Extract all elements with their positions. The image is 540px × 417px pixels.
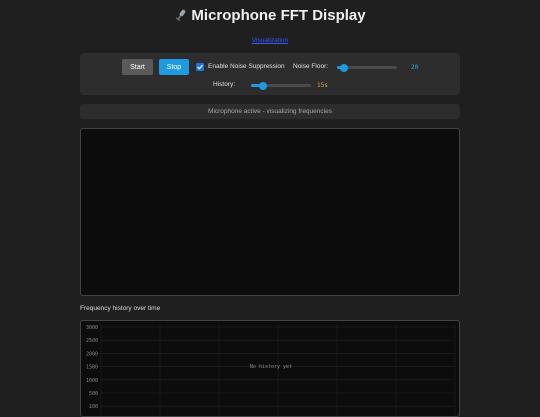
status-bar: Microphone active - visualizing frequenc… — [80, 104, 460, 119]
noise-suppression-label: Enable Noise Suppression — [208, 63, 285, 70]
history-value: 15s — [317, 82, 328, 89]
history-label: History: — [213, 81, 236, 88]
y-tick-label: 2500 — [86, 338, 98, 344]
y-tick-label: 500 — [89, 391, 98, 397]
history-chart: 3000 2500 2000 1500 1000 500 100 No history ye… — [86, 325, 456, 416]
checkmark-icon — [197, 64, 203, 70]
noise-floor-value: 20 — [411, 64, 419, 71]
y-tick-label: 2000 — [86, 351, 98, 357]
y-tick-label: 3000 — [86, 325, 98, 331]
title-text: Microphone FFT Display — [191, 7, 366, 24]
slider-thumb[interactable] — [259, 81, 267, 90]
slider-thumb[interactable] — [340, 63, 349, 72]
noise-floor-label: Noise Floor: — [293, 63, 329, 70]
stop-button[interactable]: Stop — [159, 59, 189, 75]
history-grid — [100, 325, 456, 416]
page-title: Microphone FFT Display — [0, 7, 540, 24]
history-y-axis: 3000 2500 2000 1500 1000 500 100 — [86, 325, 98, 410]
y-tick-label: 1500 — [86, 365, 98, 371]
history-section-title: Frequency history over time — [80, 305, 161, 312]
history-canvas: 3000 2500 2000 1500 1000 500 100 No history ye… — [80, 320, 460, 417]
controls-panel: Start Stop Enable Noise Suppression Nois… — [80, 53, 460, 95]
noise-floor-slider[interactable] — [337, 63, 397, 72]
spectrum-canvas — [80, 128, 460, 296]
visualization-link[interactable]: Visualization — [0, 37, 540, 44]
y-tick-label: 1000 — [86, 378, 98, 384]
start-button[interactable]: Start — [122, 59, 153, 75]
noise-suppression-checkbox[interactable] — [196, 63, 204, 71]
microphone-icon — [174, 8, 188, 22]
no-history-text: No history yet — [250, 364, 292, 370]
history-slider[interactable] — [251, 81, 311, 90]
y-tick-label: 100 — [89, 404, 98, 410]
